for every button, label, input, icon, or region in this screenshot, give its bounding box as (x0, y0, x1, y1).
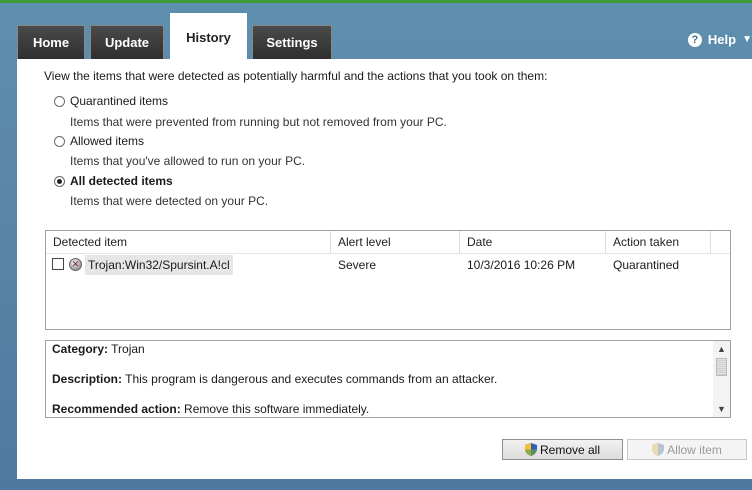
threat-details-pane[interactable]: Category: Trojan Description: This progr… (45, 340, 731, 418)
threat-icon: ✕ (69, 258, 82, 271)
title-accent-stripe (0, 0, 752, 3)
intro-text: View the items that were detected as pot… (44, 69, 548, 83)
radio-allowed[interactable]: Allowed items (54, 134, 144, 148)
history-panel: View the items that were detected as pot… (17, 59, 752, 479)
radio-all-detected-desc: Items that were detected on your PC. (70, 194, 269, 208)
tab-settings[interactable]: Settings (252, 25, 332, 59)
column-header-alert-level[interactable]: Alert level (331, 231, 460, 253)
tab-home[interactable]: Home (17, 25, 85, 59)
tab-update[interactable]: Update (90, 25, 164, 59)
radio-button-selected[interactable] (54, 175, 65, 187)
uac-shield-icon (524, 443, 537, 456)
table-row[interactable]: ✕ Trojan:Win32/Spursint.A!cl Severe 10/3… (46, 255, 730, 275)
scroll-thumb[interactable] (716, 358, 727, 376)
radio-quarantined[interactable]: Quarantined items (54, 94, 168, 108)
scroll-up-icon[interactable]: ▲ (713, 341, 730, 357)
details-scrollbar[interactable]: ▲ ▼ (713, 341, 730, 417)
category-line: Category: Trojan (52, 342, 145, 356)
radio-all-detected[interactable]: All detected items (54, 174, 173, 188)
threat-name: Trojan:Win32/Spursint.A!cl (85, 255, 233, 275)
column-header-action-taken[interactable]: Action taken (606, 231, 711, 253)
date-cell: 10/3/2016 10:26 PM (467, 258, 576, 272)
uac-shield-icon (652, 443, 665, 456)
list-header: Detected item Alert level Date Action ta… (46, 231, 730, 254)
allow-item-button[interactable]: Allow item (627, 439, 747, 460)
column-header-detected-item[interactable]: Detected item (46, 231, 331, 253)
chevron-down-icon: ▼ (742, 34, 752, 45)
detected-items-list[interactable]: Detected item Alert level Date Action ta… (45, 230, 731, 330)
scroll-down-icon[interactable]: ▼ (713, 401, 730, 417)
remove-all-button[interactable]: Remove all (502, 439, 623, 460)
radio-allowed-desc: Items that you've allowed to run on your… (70, 154, 306, 168)
radio-quarantined-desc: Items that were prevented from running b… (70, 115, 447, 129)
help-menu[interactable]: ? Help ▼ (687, 32, 752, 47)
row-checkbox[interactable] (52, 258, 64, 270)
action-taken-cell: Quarantined (613, 258, 680, 272)
column-header-date[interactable]: Date (460, 231, 606, 253)
tab-history[interactable]: History (170, 13, 247, 60)
description-line: Description: This program is dangerous a… (52, 372, 498, 386)
alert-level-cell: Severe (338, 258, 377, 272)
radio-button[interactable] (54, 95, 65, 107)
help-icon: ? (687, 32, 702, 47)
radio-button[interactable] (54, 135, 65, 147)
recommended-action-line: Recommended action: Remove this software… (52, 402, 370, 416)
